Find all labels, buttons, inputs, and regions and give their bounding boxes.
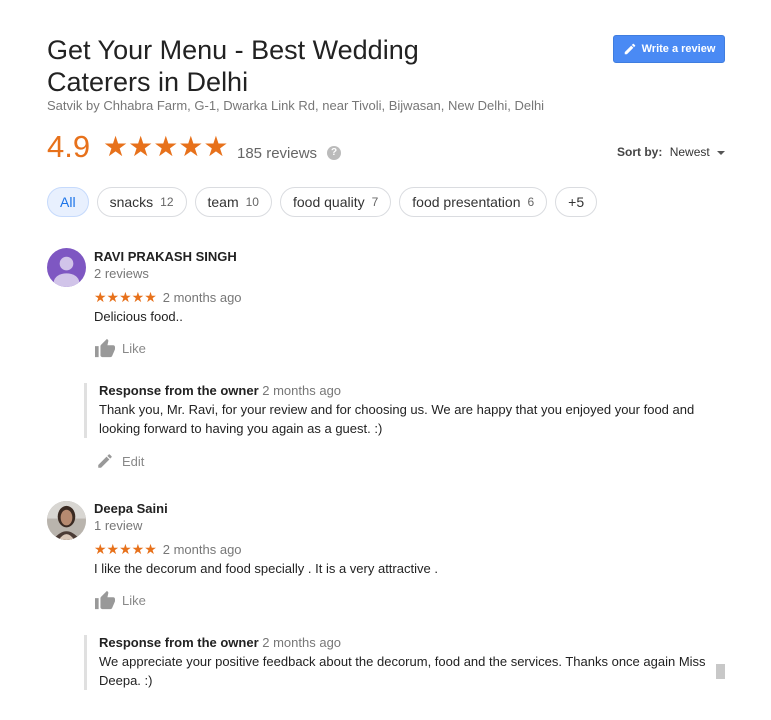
pencil-icon (624, 43, 635, 55)
owner-response-header: Response from the owner 2 months ago (99, 635, 719, 650)
review-rating: ★★★★★ 2 months ago (94, 541, 242, 558)
topic-filter-chips: All snacks 12 team 10 food quality 7 foo… (47, 187, 598, 217)
like-button[interactable]: Like (94, 590, 146, 610)
review-text: I like the decorum and food specially . … (94, 561, 438, 576)
avatar[interactable] (47, 501, 86, 540)
chip-more[interactable]: +5 (555, 187, 598, 217)
chip-count: 7 (371, 195, 379, 209)
reviewer-review-count: 1 review (94, 518, 143, 533)
sort-label: Sort by: (617, 145, 663, 159)
write-review-button[interactable]: Write a review (613, 35, 725, 63)
chip-all[interactable]: All (47, 187, 89, 217)
chip-count: 6 (527, 195, 535, 209)
edit-label: Edit (122, 453, 145, 469)
owner-response-time: 2 months ago (262, 383, 342, 398)
owner-response-label: Response from the owner (99, 635, 259, 650)
owner-response: Response from the owner 2 months ago Tha… (84, 383, 719, 438)
write-review-label: Write a review (641, 43, 716, 55)
like-label: Like (122, 592, 146, 608)
owner-response: Response from the owner 2 months ago We … (84, 635, 719, 690)
owner-response-text: We appreciate your positive feedback abo… (99, 654, 706, 688)
caret-down-icon (717, 150, 726, 155)
chip-food-quality[interactable]: food quality 7 (279, 187, 392, 217)
chip-label: food quality (292, 194, 365, 210)
review-stars: ★★★★★ (94, 289, 157, 305)
review-stars: ★★★★★ (94, 541, 157, 557)
avatar[interactable] (47, 248, 86, 287)
chip-food-presentation[interactable]: food presentation 6 (399, 187, 548, 217)
chip-label: All (60, 194, 76, 210)
edit-response-button[interactable]: Edit (96, 452, 144, 470)
chip-count: 12 (160, 195, 174, 209)
review-rating: ★★★★★ 2 months ago (94, 289, 242, 306)
review-text: Delicious food.. (94, 309, 183, 324)
thumbs-up-icon (95, 338, 115, 358)
owner-response-time: 2 months ago (262, 635, 342, 650)
page-title: Get Your Menu - Best Wedding Caterers in… (47, 35, 419, 97)
review-count[interactable]: 185 reviews (237, 145, 317, 162)
reviewer-review-count: 2 reviews (94, 266, 149, 281)
chip-count: 10 (245, 195, 259, 209)
profile-photo-icon (47, 501, 86, 540)
chip-label: team (207, 194, 239, 210)
chip-snacks[interactable]: snacks 12 (96, 187, 187, 217)
scrollbar-thumb[interactable] (716, 664, 725, 679)
pencil-icon (98, 454, 112, 468)
help-icon[interactable]: ? (327, 146, 341, 160)
reviewer-name[interactable]: RAVI PRAKASH SINGH (94, 249, 237, 264)
owner-response-label: Response from the owner (99, 383, 259, 398)
owner-response-header: Response from the owner 2 months ago (99, 383, 719, 398)
chip-label: +5 (568, 194, 585, 210)
thumbs-up-icon (95, 590, 115, 610)
owner-response-text: Thank you, Mr. Ravi, for your review and… (99, 402, 695, 436)
person-icon (53, 256, 80, 287)
sort-dropdown[interactable]: Sort by: Newest (617, 145, 726, 159)
chip-label: snacks (109, 194, 154, 210)
review-time: 2 months ago (162, 542, 242, 557)
like-button[interactable]: Like (94, 338, 146, 358)
review-time: 2 months ago (162, 290, 242, 305)
business-address: Satvik by Chhabra Farm, G-1, Dwarka Link… (47, 98, 545, 113)
chip-label: food presentation (412, 194, 521, 210)
average-rating: 4.9 (47, 129, 91, 164)
reviewer-name[interactable]: Deepa Saini (94, 501, 168, 516)
like-label: Like (122, 340, 146, 356)
average-rating-stars: ★★★★★ (103, 131, 229, 162)
sort-selected: Newest (669, 145, 710, 159)
chip-team[interactable]: team 10 (194, 187, 272, 217)
